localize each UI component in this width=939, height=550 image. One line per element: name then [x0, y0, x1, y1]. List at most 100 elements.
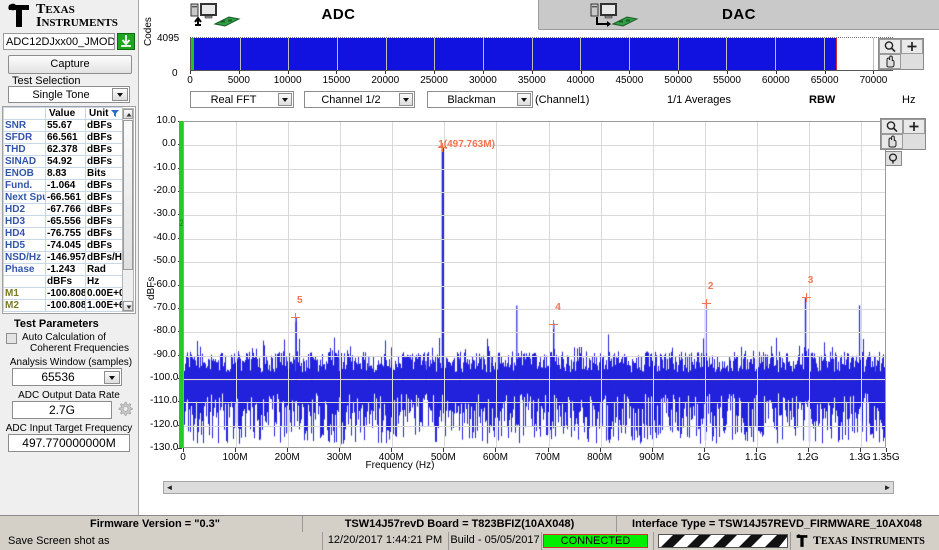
- table-row[interactable]: M1 -100.808 0.00E+0: [3, 287, 123, 300]
- scroll-up-arrow[interactable]: [123, 109, 133, 119]
- table-row[interactable]: Next Spur-66.561dBFs: [3, 191, 123, 204]
- scroll-right-arrow[interactable]: ►: [882, 482, 893, 493]
- fft-marker-cross[interactable]: [549, 319, 559, 329]
- time-x-tick-label: 45000: [615, 75, 644, 86]
- time-domain-zoom-toolbar[interactable]: [878, 38, 924, 70]
- row-label: SFDR: [3, 131, 46, 144]
- jmode-input[interactable]: ADC12DJxx00_JMODE: [3, 33, 115, 50]
- target-frequency-input[interactable]: 497.770000000M: [8, 434, 130, 452]
- table-row[interactable]: dBFs Hz: [3, 275, 123, 288]
- row-label: Fund.: [3, 179, 46, 192]
- fft-grid-line-h: [184, 168, 885, 170]
- fft-y-tick-label: -100.0: [150, 371, 179, 383]
- row-unit: dBFs: [85, 131, 123, 144]
- output-data-rate-input[interactable]: 2.7G: [12, 401, 112, 419]
- row-label: HD5: [3, 239, 46, 252]
- row-unit: Rad: [85, 263, 123, 276]
- fft-marker-cross[interactable]: [801, 293, 811, 303]
- hand-icon[interactable]: [881, 134, 903, 149]
- filter-icon[interactable]: [111, 110, 120, 117]
- fft-y-tick-label: -120.0: [150, 418, 179, 430]
- fft-horizontal-scrollbar[interactable]: ◄ ►: [163, 481, 894, 494]
- table-row[interactable]: SFDR 66.561 dBFs: [3, 131, 123, 144]
- fft-marker-cross[interactable]: [701, 298, 711, 308]
- gear-icon[interactable]: [116, 400, 134, 418]
- fft-grid-line-v: [288, 122, 290, 447]
- analysis-window-dropdown[interactable]: 65536: [12, 368, 122, 386]
- time-x-tick-mark: [190, 71, 191, 74]
- row-value: -100.808: [45, 287, 86, 300]
- test-selection-dropdown[interactable]: Single Tone: [8, 86, 130, 103]
- channel-dropdown[interactable]: Channel 1/2: [304, 91, 415, 108]
- analysis-window-value: 65536: [41, 370, 75, 384]
- zoom-fit-icon[interactable]: [885, 151, 902, 166]
- table-row[interactable]: HD4 -76.755 dBFs: [3, 227, 123, 240]
- time-x-tick-mark: [336, 71, 338, 74]
- time-domain-cursor[interactable]: [836, 38, 837, 70]
- fft-grid-line-v: [600, 122, 602, 447]
- plus-icon[interactable]: [901, 39, 923, 54]
- table-header-row: Value Unit: [3, 107, 123, 120]
- scroll-thumb[interactable]: [123, 120, 133, 270]
- table-row[interactable]: ENOB 8.83 Bits: [3, 167, 123, 180]
- auto-calc-checkbox[interactable]: [6, 333, 17, 344]
- fft-trace-canvas: [184, 122, 885, 447]
- scroll-down-arrow[interactable]: [123, 301, 133, 311]
- table-row[interactable]: HD2 -67.766 dBFs: [3, 203, 123, 216]
- fft-type-dropdown[interactable]: Real FFT: [190, 91, 294, 108]
- chevron-down-icon[interactable]: [399, 93, 413, 106]
- row-value: dBFs: [45, 275, 86, 288]
- table-vertical-scrollbar[interactable]: [122, 108, 134, 312]
- ti-logo-instruments: INSTRUMENTS: [36, 15, 118, 30]
- save-screenshot-label[interactable]: Save Screen shot as: [8, 535, 110, 547]
- time-x-tick-label: 35000: [517, 75, 546, 86]
- table-row[interactable]: Phase -1.243 Rad: [3, 263, 123, 276]
- target-frequency-label: ADC Input Target Frequency: [5, 423, 133, 434]
- time-x-tick-mark: [385, 71, 387, 74]
- left-control-panel: TEXAS INSTRUMENTS ADC12DJxx00_JMODE Capt…: [0, 0, 139, 518]
- fft-y-tick-label: -60.0: [153, 278, 176, 290]
- chevron-down-icon[interactable]: [104, 371, 120, 384]
- table-row[interactable]: SNR 55.67 dBFs: [3, 119, 123, 132]
- table-row[interactable]: THD 62.378 dBFs: [3, 143, 123, 156]
- window-dropdown[interactable]: Blackman: [427, 91, 533, 108]
- fft-x-tick-mark: [807, 448, 809, 452]
- fft-y-tick-label: -10.0: [153, 161, 176, 173]
- chevron-down-icon[interactable]: [112, 88, 128, 101]
- hand-icon[interactable]: [879, 54, 901, 69]
- table-row[interactable]: NSD/Hz -146.957 dBFs/H:: [3, 251, 123, 264]
- time-x-tick-label: 70000: [859, 75, 888, 86]
- capture-button[interactable]: Capture: [8, 55, 132, 74]
- fft-y-tick-label: -30.0: [153, 208, 176, 220]
- chevron-down-icon[interactable]: [517, 93, 531, 106]
- time-x-tick-label: 10000: [273, 75, 302, 86]
- fft-y-tick-label: -70.0: [153, 301, 176, 313]
- magnifier-icon[interactable]: [881, 119, 903, 134]
- table-row[interactable]: SINAD 54.92 dBFs: [3, 155, 123, 168]
- time-domain-trace-area[interactable]: [190, 37, 893, 71]
- magnifier-icon[interactable]: [879, 39, 901, 54]
- row-value: 55.67: [45, 119, 86, 132]
- fft-zoom-toolbar[interactable]: [880, 118, 926, 150]
- table-row[interactable]: Fund. -1.064 dBFs: [3, 179, 123, 192]
- tab-dac[interactable]: DAC: [539, 0, 939, 30]
- download-arrow-icon[interactable]: [117, 33, 135, 50]
- row-unit: dBFs: [85, 239, 123, 252]
- fft-y-tick-mark: [178, 448, 182, 449]
- plus-icon[interactable]: [903, 119, 925, 134]
- fft-trace-area[interactable]: [183, 121, 886, 448]
- row-label: HD2: [3, 203, 46, 216]
- tab-adc[interactable]: ADC: [139, 0, 539, 30]
- fft-marker-cross[interactable]: [290, 313, 300, 323]
- chevron-down-icon[interactable]: [278, 93, 292, 106]
- table-row[interactable]: M2 -100.808 1.00E+6: [3, 299, 123, 312]
- scroll-left-arrow[interactable]: ◄: [164, 482, 175, 493]
- time-x-tick-label: 40000: [566, 75, 595, 86]
- row-unit: 0.00E+0: [85, 287, 123, 300]
- table-row[interactable]: HD5 -74.045 dBFs: [3, 239, 123, 252]
- test-selection-value: Single Tone: [32, 89, 90, 101]
- fft-x-tick-mark: [599, 448, 601, 452]
- table-row[interactable]: HD3 -65.556 dBFs: [3, 215, 123, 228]
- row-value: 54.92: [45, 155, 86, 168]
- status-firmware: Firmware Version = "0.3": [8, 516, 303, 533]
